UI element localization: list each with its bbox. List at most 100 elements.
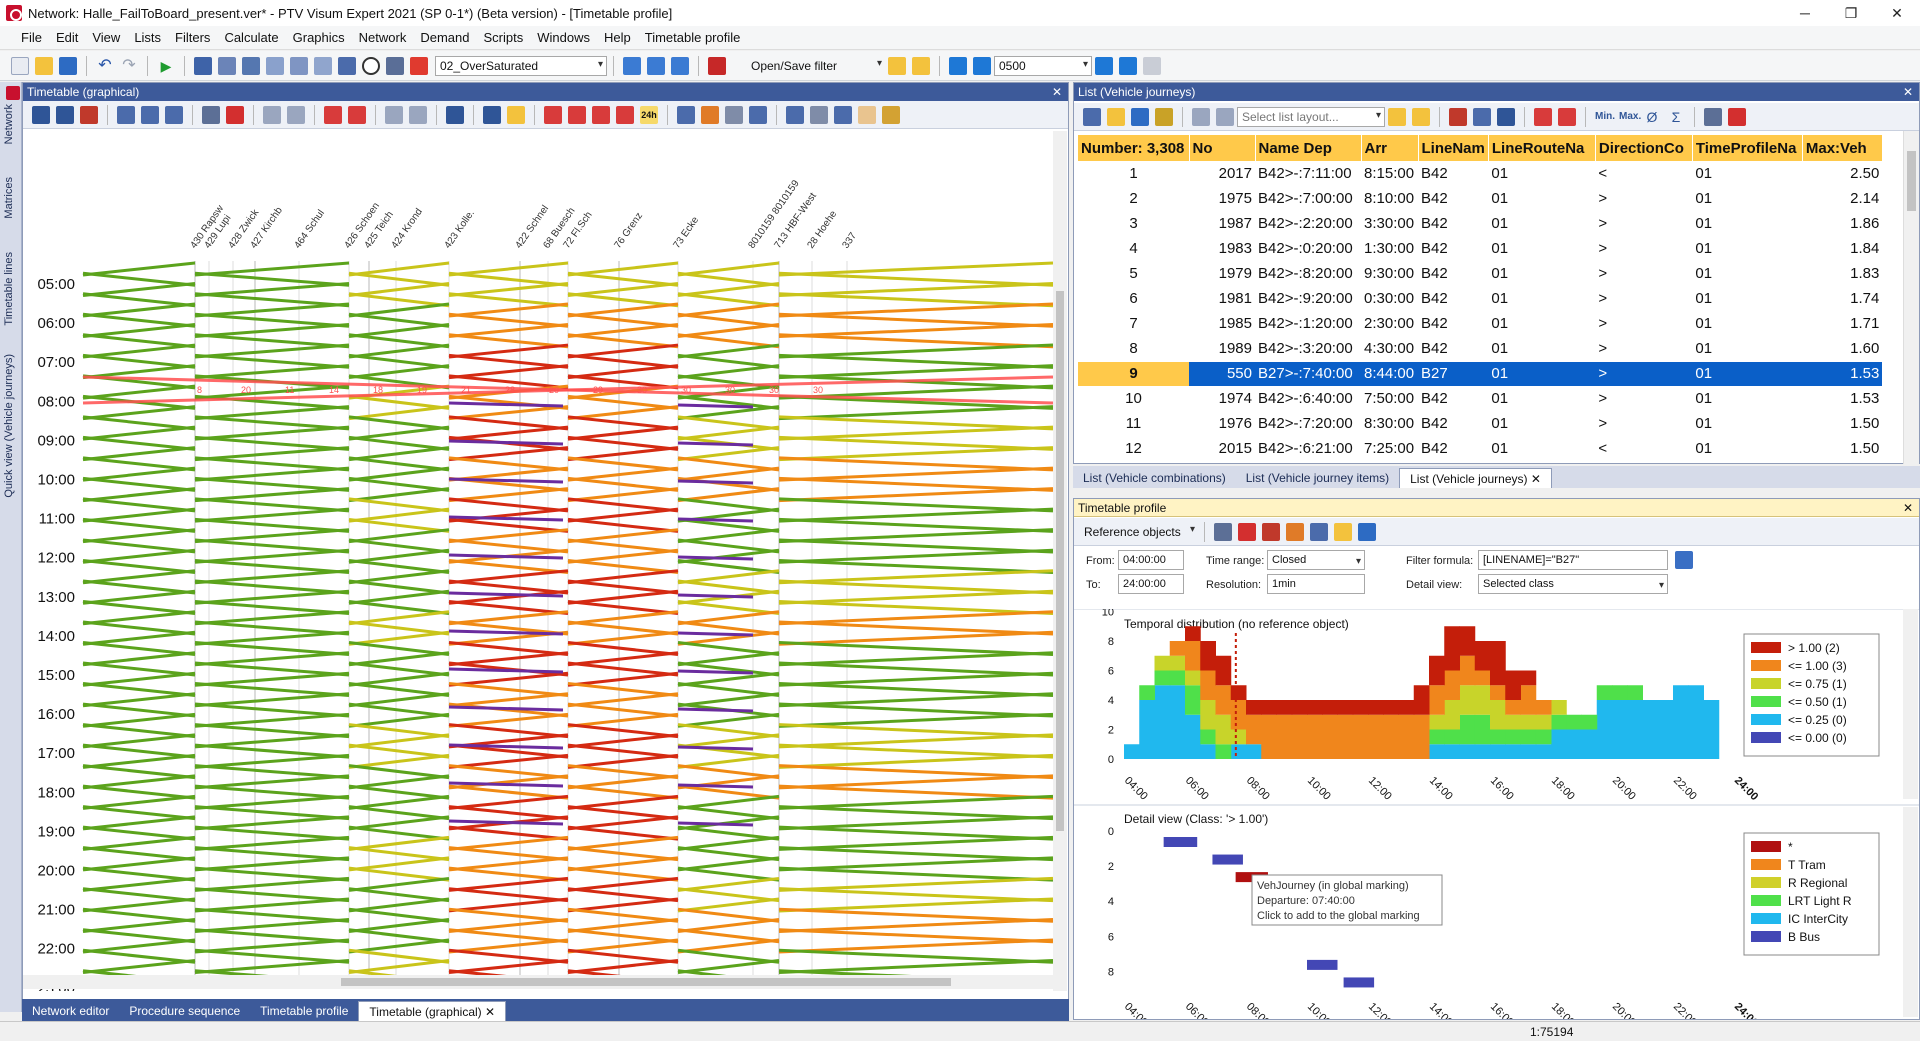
menu-calculate[interactable]: Calculate [217,30,285,45]
menu-file[interactable]: File [14,30,49,45]
print-icon[interactable] [725,105,743,124]
save-icon[interactable] [59,56,77,75]
tab-procedure-sequence[interactable]: Procedure sequence [119,1001,250,1021]
run-icon[interactable]: ▶ [157,57,175,75]
menu-windows[interactable]: Windows [530,30,597,45]
list-close-button[interactable]: ✕ [1903,83,1913,101]
open-folder-icon[interactable] [35,56,53,75]
pan-hand-icon[interactable] [858,105,876,124]
list-save-icon[interactable] [1131,107,1149,126]
profile-pick-icon[interactable] [1262,522,1280,541]
table-row[interactable]: 5 1979 B42>-:8:20:00 9:30:00 B42 01 >01 1.83 [1078,261,1883,287]
select-area-icon[interactable] [786,105,804,124]
stop-icon[interactable] [1143,56,1161,75]
binoculars-icon[interactable] [32,105,50,124]
vehicle-journey-icon[interactable] [544,105,562,124]
people-icon[interactable] [701,105,719,124]
sort-ascending-icon[interactable] [1534,107,1552,126]
profile-compare-icon[interactable] [1310,522,1328,541]
profile-stop-icon[interactable] [1238,522,1256,541]
journey-bar[interactable] [1307,959,1338,970]
menu-graphics[interactable]: Graphics [286,30,352,45]
network-icon[interactable] [194,56,212,75]
list-select-icon[interactable] [1473,107,1491,126]
undo-icon[interactable]: ↶ [96,57,114,75]
col-line-name[interactable]: LineNam [1418,135,1489,161]
list-stop-record-icon[interactable] [1728,107,1746,126]
list-icon[interactable] [314,56,332,75]
matrix-icon[interactable] [386,56,404,75]
list-scroll-thumb[interactable] [1907,151,1916,211]
save-filter-icon[interactable] [912,56,930,75]
list-open-icon[interactable] [1107,107,1125,126]
journey-bar[interactable] [1343,977,1375,988]
profile-open-icon[interactable] [1334,522,1352,541]
vtab-network[interactable]: Network [3,104,19,144]
vtab-timetable-lines[interactable]: Timetable lines [3,252,19,326]
tab-vehicle-journeys[interactable]: List (Vehicle journeys) ✕ [1399,468,1552,488]
menu-view[interactable]: View [85,30,127,45]
tab-timetable-profile[interactable]: Timetable profile [250,1001,358,1021]
min-icon[interactable]: Min. [1595,108,1615,126]
download-icon[interactable] [242,56,260,75]
folder-icon[interactable] [507,105,525,124]
edit-formula-icon[interactable] [1675,551,1693,569]
list-filter-icon[interactable] [1449,107,1467,126]
menu-lists[interactable]: Lists [127,30,168,45]
tool-icon[interactable] [810,105,828,124]
menu-network[interactable]: Network [352,30,414,45]
col-max-veh[interactable]: Max:Veh [1802,135,1883,161]
list-layout-combo[interactable]: Select list layout... [1237,106,1385,127]
split-icon[interactable] [483,105,501,124]
detail-view-select[interactable]: Selected class [1478,574,1668,595]
table-row[interactable]: 8 1989 B42>-:3:20:00 4:30:00 B42 01 >01 1.60 [1078,336,1883,362]
journey-bar[interactable] [1163,837,1198,847]
resolution-field[interactable]: 1min [1267,574,1365,594]
tab-vehicle-combinations[interactable]: List (Vehicle combinations) [1073,468,1236,488]
col-direction-code[interactable]: DirectionCo [1595,135,1693,161]
refresh-icon[interactable] [446,105,464,124]
list-layout-icon[interactable] [1192,107,1210,126]
grid-view-icon[interactable] [677,105,695,124]
first-icon[interactable] [973,56,991,75]
maximize-button[interactable]: ❐ [1828,0,1874,26]
grid-icon[interactable] [290,56,308,75]
procedure-combo[interactable]: 02_OverSaturated [435,55,607,76]
link-icon[interactable] [263,105,281,124]
menu-timetable-profile[interactable]: Timetable profile [638,30,748,45]
chart-icon[interactable] [410,56,428,75]
timetable-profile-charts[interactable]: Temporal distribution (no reference obje… [1074,609,1919,1019]
pin-icon[interactable] [6,86,20,100]
minimize-button[interactable]: ─ [1782,0,1828,26]
tab-timetable-graphical[interactable]: Timetable (graphical) ✕ [358,1001,507,1021]
last-icon[interactable] [1095,56,1113,75]
count-header[interactable]: Number: 3,308 [1078,135,1190,161]
sum-icon[interactable]: Σ [1667,108,1685,126]
sort-descending-icon[interactable] [1558,107,1576,126]
filter-formula-field[interactable]: [LINENAME]="B27" [1478,550,1668,570]
reference-objects-dropdown[interactable]: Reference objects [1080,522,1198,542]
previous-icon[interactable] [949,56,967,75]
tab-network-editor[interactable]: Network editor [22,1001,119,1021]
time-range-select[interactable]: Closed [1267,550,1365,571]
table-row[interactable]: 4 1983 B42>-:0:20:00 1:30:00 B42 01 >01 1.84 [1078,236,1883,262]
stop-record-icon[interactable] [226,105,244,124]
filter-icon[interactable] [708,56,726,75]
col-line-route-name[interactable]: LineRouteNa [1488,135,1596,161]
view-layout-2-icon[interactable] [647,56,665,75]
list-grid-icon[interactable] [1083,107,1101,126]
home-icon[interactable] [218,56,236,75]
undo-mark-icon[interactable] [385,105,403,124]
close-button[interactable]: ✕ [1874,0,1920,26]
table-row[interactable]: 7 1985 B42>-:1:20:00 2:30:00 B42 01 >01 1.71 [1078,311,1883,337]
copy-journey-icon[interactable] [592,105,610,124]
play-icon[interactable] [1119,56,1137,75]
col-no[interactable]: No [1189,135,1256,161]
list-open-layout-icon[interactable] [1388,107,1406,126]
view-layout-1-icon[interactable] [623,56,641,75]
col-time-profile-name[interactable]: TimeProfileNa [1692,135,1803,161]
profile-close-button[interactable]: ✕ [1903,499,1913,517]
redo-icon[interactable]: ↷ [120,57,138,75]
list-scrollbar[interactable] [1903,131,1919,464]
record-icon[interactable] [202,105,220,124]
